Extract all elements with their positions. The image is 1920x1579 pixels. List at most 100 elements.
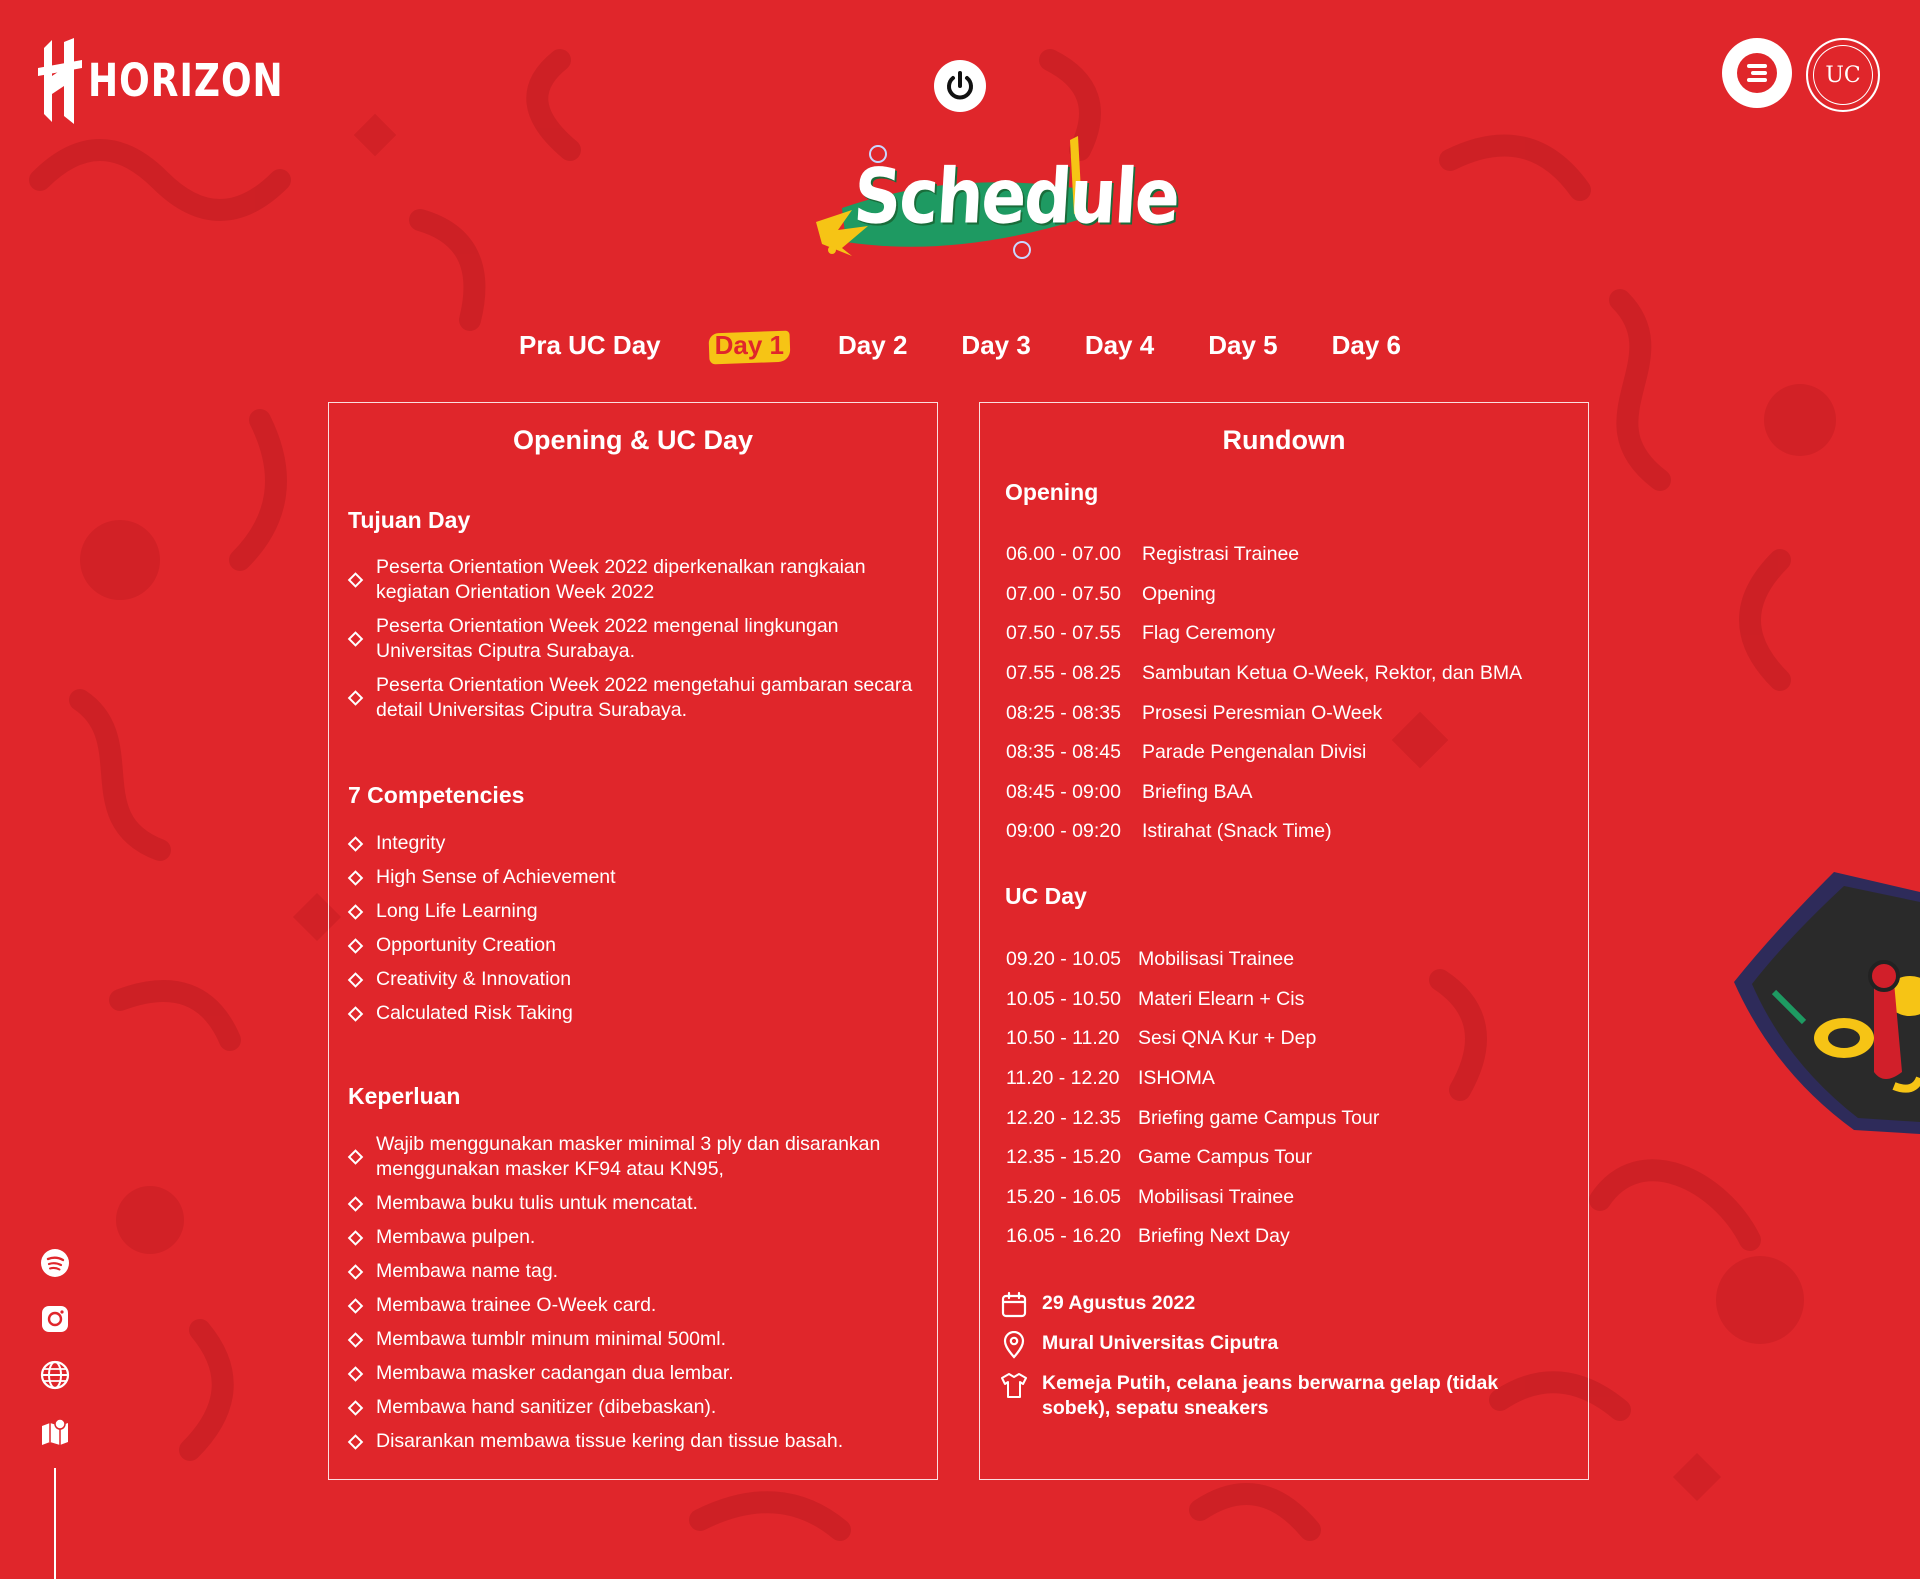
power-icon: [947, 71, 973, 100]
diamond-bullet-icon: [347, 1433, 364, 1450]
schedule-title-text: Schedule: [851, 152, 1181, 241]
diamond-bullet-icon: [347, 835, 364, 852]
day-info-panel: Opening & UC Day Tujuan Day Peserta Orie…: [328, 402, 938, 1480]
tujuan-title: Tujuan Day: [348, 507, 471, 533]
rundown-row: 10.50 - 11.20 Sesi QNA Kur + Dep: [1006, 1027, 1317, 1050]
ucday-title: UC Day: [1005, 883, 1087, 909]
competencies-list: Integrity High Sense of Achievement Long…: [347, 831, 917, 1035]
diamond-bullet-icon: [347, 1263, 364, 1280]
calendar-icon: [1001, 1291, 1027, 1318]
diamond-bullet-icon: [347, 1229, 364, 1246]
diamond-bullet-icon: [347, 903, 364, 920]
diamond-bullet-icon: [347, 1331, 364, 1348]
list-item: Membawa hand sanitizer (dibebaskan).: [347, 1395, 917, 1420]
rundown-row: 12.20 - 12.35 Briefing game Campus Tour: [1006, 1106, 1380, 1129]
list-item: Membawa name tag.: [347, 1259, 917, 1284]
rundown-row: 15.20 - 16.05 Mobilisasi Trainee: [1006, 1185, 1295, 1208]
opening-rundown: 06.00 - 07.00 Registrasi Trainee 07.00 - …: [1006, 535, 1578, 852]
keperluan-list: Wajib menggunakan masker minimal 3 ply d…: [347, 1132, 917, 1463]
list-item: Peserta Orientation Week 2022 diperkenal…: [347, 555, 917, 605]
rundown-row: 07.00 - 07.50 Opening: [1006, 582, 1216, 605]
mask-decoration: [1734, 872, 1920, 1134]
schedule-title: Schedule: [812, 130, 1181, 275]
tujuan-list: Peserta Orientation Week 2022 diperkenal…: [347, 555, 917, 732]
list-item: Membawa pulpen.: [347, 1225, 917, 1250]
rundown-row: 12.35 - 15.20 Game Campus Tour: [1006, 1146, 1313, 1169]
tab-day-4[interactable]: Day 4: [1085, 330, 1154, 361]
dresscode-info: Kemeja Putih, celana jeans berwarna gela…: [1000, 1371, 1528, 1421]
vertical-divider: [54, 1468, 56, 1579]
horizon-mark-icon: [38, 38, 82, 124]
diamond-bullet-icon: [347, 572, 364, 588]
opening-title: Opening: [1005, 479, 1099, 505]
rundown-row: 09:00 - 09:20 Istirahat (Snack Time): [1006, 820, 1332, 843]
list-item: Disarankan membawa tissue kering dan tis…: [347, 1429, 917, 1454]
diamond-bullet-icon: [347, 1149, 364, 1165]
list-item: High Sense of Achievement: [347, 865, 917, 890]
competencies-title: 7 Competencies: [348, 782, 525, 808]
location-info: Mural Universitas Ciputra: [1000, 1331, 1528, 1359]
diamond-bullet-icon: [347, 1399, 364, 1416]
dresscode-text: Kemeja Putih, celana jeans berwarna gela…: [1042, 1372, 1499, 1419]
rundown-row: 09.20 - 10.05 Mobilisasi Trainee: [1006, 948, 1295, 971]
power-button[interactable]: [934, 60, 986, 112]
rundown-row: 07.55 - 08.25 Sambutan Ketua O-Week, Rekt…: [1006, 662, 1523, 685]
panel-title: Opening & UC Day: [512, 425, 754, 455]
rundown-row: 11.20 - 12.20 ISHOMA: [1006, 1067, 1215, 1090]
date-info: 29 Agustus 2022: [1000, 1291, 1528, 1319]
list-item: Peserta Orientation Week 2022 mengetahui…: [347, 673, 917, 723]
diamond-bullet-icon: [347, 869, 364, 886]
date-text: 29 Agustus 2022: [1042, 1292, 1196, 1314]
event-info: 29 Agustus 2022 Mural Universitas Ciputr…: [1000, 1291, 1528, 1433]
tab-day-5[interactable]: Day 5: [1208, 330, 1277, 361]
tab-day-1[interactable]: Day 1: [715, 330, 784, 361]
list-item: Wajib menggunakan masker minimal 3 ply d…: [347, 1132, 917, 1182]
list-item: Peserta Orientation Week 2022 mengenal l…: [347, 614, 917, 664]
list-item: Membawa trainee O-Week card.: [347, 1293, 917, 1318]
list-item: Creativity & Innovation: [347, 967, 917, 992]
shirt-icon: [1001, 1373, 1027, 1398]
list-item: Long Life Learning: [347, 899, 917, 924]
diamond-bullet-icon: [347, 690, 364, 706]
tab-day-3[interactable]: Day 3: [961, 330, 1030, 361]
ucday-rundown: 09.20 - 10.05 Mobilisasi Trainee 10.05 - …: [1006, 940, 1578, 1257]
diamond-bullet-icon: [347, 1195, 364, 1212]
location-pin-icon: [1003, 1331, 1025, 1359]
rundown-row: 08:45 - 09:00 Briefing BAA: [1006, 780, 1253, 803]
diamond-bullet-icon: [347, 1005, 364, 1022]
rundown-row: 10.05 - 10.50 Materi Elearn + Cis: [1006, 987, 1305, 1010]
e-logo-icon: [1737, 53, 1777, 93]
rundown-row: 08:25 - 08:35 Prosesi Peresmian O-Week: [1006, 701, 1383, 724]
list-item: Integrity: [347, 831, 917, 856]
tab-day-6[interactable]: Day 6: [1332, 330, 1401, 361]
rundown-row: 07.50 - 07.55 Flag Ceremony: [1006, 622, 1276, 645]
diamond-bullet-icon: [347, 1297, 364, 1314]
diamond-bullet-icon: [347, 1365, 364, 1382]
instagram-icon[interactable]: [40, 1304, 70, 1334]
horizon-logo[interactable]: HORIZON: [38, 38, 284, 124]
rundown-row: 08:35 - 08:45 Parade Pengenalan Divisi: [1006, 741, 1367, 764]
location-text: Mural Universitas Ciputra: [1042, 1332, 1279, 1354]
brand-name: HORIZON: [88, 55, 284, 107]
uc-logo-text: UC: [1825, 62, 1861, 88]
diamond-bullet-icon: [347, 937, 364, 954]
list-item: Membawa tumblr minum minimal 500ml.: [347, 1327, 917, 1352]
panel-title: Rundown: [1222, 425, 1346, 455]
list-item: Membawa masker cadangan dua lembar.: [347, 1361, 917, 1386]
social-links: [40, 1248, 70, 1446]
partner-logo[interactable]: [1722, 38, 1792, 108]
rundown-row: 06.00 - 07.00 Registrasi Trainee: [1006, 543, 1300, 566]
list-item: Calculated Risk Taking: [347, 1001, 917, 1026]
tab-pra-uc-day[interactable]: Pra UC Day: [519, 330, 661, 361]
tab-day-2[interactable]: Day 2: [838, 330, 907, 361]
rundown-panel: Rundown Opening 06.00 - 07.00 Registrasi …: [979, 402, 1589, 1480]
list-item: Opportunity Creation: [347, 933, 917, 958]
globe-icon[interactable]: [40, 1360, 70, 1390]
map-icon[interactable]: [40, 1416, 70, 1446]
uc-logo[interactable]: UC: [1806, 38, 1880, 112]
diamond-bullet-icon: [347, 971, 364, 988]
spotify-icon[interactable]: [40, 1248, 70, 1278]
list-item: Membawa buku tulis untuk mencatat.: [347, 1191, 917, 1216]
day-tabs: Pra UC Day Day 1 Day 2 Day 3 Day 4 Day 5…: [0, 330, 1920, 361]
rundown-row: 16.05 - 16.20 Briefing Next Day: [1006, 1225, 1290, 1248]
